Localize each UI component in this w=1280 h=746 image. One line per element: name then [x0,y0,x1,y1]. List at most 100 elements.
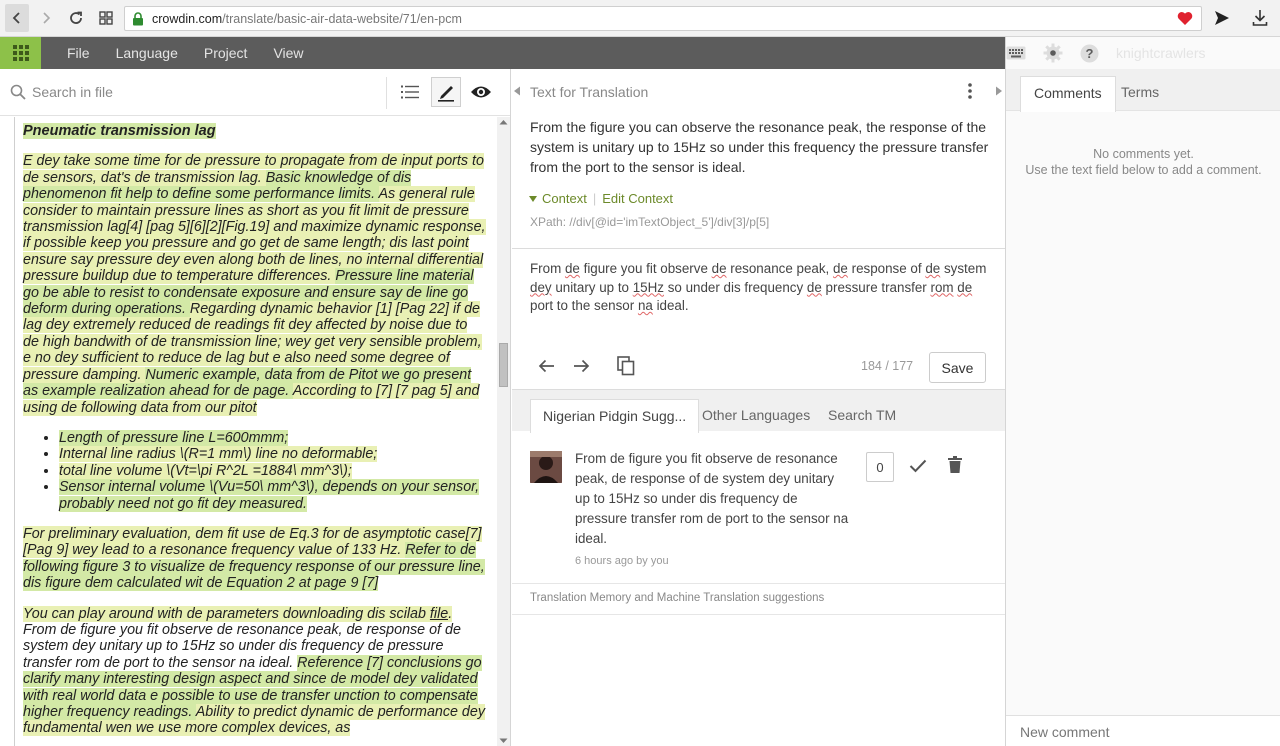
vote-count[interactable]: 0 [866,452,894,482]
tab-search-tm[interactable]: Search TM [828,407,896,423]
help-icon[interactable]: ? [1080,44,1099,63]
suggestion-item[interactable]: From de figure you fit observe de resona… [512,431,1005,584]
list-item: total line volume \(Vt=\pi R^2L =1884\ m… [59,462,487,479]
username-label[interactable]: knightcrawlers [1116,45,1205,61]
url-path: /translate/basic-air-data-website/71/en-… [222,11,462,26]
divider [512,248,1005,249]
spellcheck-word: rom [930,279,954,295]
list-item: Sensor internal volume \(Vu=50\ mm^3\), … [59,479,487,512]
back-button[interactable] [5,4,29,32]
previous-string-icon[interactable] [538,358,555,374]
section-heading: Pneumatic transmission lag [23,123,216,139]
divider [512,614,1005,615]
eye-icon [471,86,491,98]
translation-textarea[interactable]: From de figure you fit observe de resona… [530,260,992,316]
reload-icon [70,11,82,24]
trash-icon[interactable] [948,456,962,473]
preview-mode-button[interactable] [466,77,496,107]
spellcheck-word: dey [530,279,552,295]
avatar [530,451,562,483]
tab-language-suggestions[interactable]: Nigerian Pidgin Sugg... [530,399,700,433]
spellcheck-word: na [637,298,653,313]
translation-editor: Text for Translation From the figure you… [512,69,1005,746]
list-item: Length of pressure line L=600mmm; [59,429,487,446]
edit-mode-button[interactable] [431,77,461,107]
document-preview: Pneumatic transmission lag E dey take so… [14,117,495,746]
caret-down-icon [529,195,537,202]
menu-language[interactable]: Language [116,45,178,61]
scroll-down-icon[interactable] [499,738,508,744]
checkmark-icon[interactable] [909,459,927,473]
context-toggle[interactable]: Context [542,191,587,206]
list-item: Internal line radius \(R=1 mm\) line no … [59,446,487,463]
spellcheck-word: de [925,261,941,276]
collapse-left-icon[interactable] [513,86,521,96]
scrollbar-thumb[interactable] [499,343,508,387]
url-text: crowdin.com/translate/basic-air-data-web… [152,12,462,26]
address-bar[interactable]: crowdin.com/translate/basic-air-data-web… [124,6,1202,31]
file-search-bar [0,69,510,116]
file-preview-pane: Pneumatic transmission lag E dey take so… [0,69,511,746]
context-separator: | [592,191,597,206]
list-icon [401,85,419,99]
tabs-grid-button[interactable] [94,6,118,30]
app-menubar: File Language Project View ? knightcrawl… [0,37,1280,69]
apps-menu-button[interactable] [0,37,41,69]
context-row: Context | Edit Context [528,191,673,206]
spellcheck-word: de [806,279,822,295]
search-in-file-input[interactable] [32,81,372,103]
keyboard-icon[interactable] [1006,46,1026,60]
suggestions-panel: Nigerian Pidgin Sugg... Other Languages … [512,389,1005,746]
document-scrollbar[interactable] [497,117,510,746]
character-counter: 184 / 177 [861,359,914,373]
download-icon[interactable] [1252,9,1268,27]
next-string-icon[interactable] [573,358,590,374]
source-text: From the figure you can observe the reso… [530,119,989,175]
segment[interactable]: E dey take some time for de pressure to … [23,153,484,186]
menu-view[interactable]: View [273,45,303,61]
heart-icon[interactable] [1177,11,1193,26]
tab-comments[interactable]: Comments [1020,76,1116,112]
reload-button[interactable] [64,6,88,30]
send-icon[interactable] [1213,9,1231,27]
suggestion-tabs: Nigerian Pidgin Sugg... Other Languages … [512,389,1005,433]
menu-project[interactable]: Project [204,45,248,61]
more-vertical-icon[interactable] [967,82,973,100]
paragraph-3: You can play around with de parameters d… [23,605,487,737]
url-host: crowdin.com [152,11,223,26]
edit-context-link[interactable]: Edit Context [602,191,673,206]
new-comment-input[interactable] [1020,724,1270,740]
toolbar-divider [386,77,387,109]
forward-button[interactable] [34,6,58,30]
tab-other-languages[interactable]: Other Languages [702,407,810,423]
copy-source-icon[interactable] [617,356,635,376]
save-button[interactable]: Save [929,352,986,383]
tab-terms[interactable]: Terms [1121,84,1159,100]
arrow-right-icon [43,12,51,24]
suggestion-text: From de figure you fit observe de resona… [575,451,849,546]
grid-icon [99,11,113,25]
pencil-icon [438,86,454,102]
gear-icon[interactable] [1043,43,1063,63]
side-tabs: Comments Terms [1006,69,1280,112]
search-icon [10,84,26,100]
new-comment-box [1006,715,1280,746]
lock-icon [133,11,143,25]
segment[interactable]: . [448,605,453,622]
menu-file[interactable]: File [67,45,90,61]
comments-pane: Comments Terms No comments yet. Use the … [1005,69,1280,746]
tm-mt-label: Translation Memory and Machine Translati… [530,592,825,604]
svg-text:?: ? [1086,46,1094,61]
no-comments-message: No comments yet. Use the text field belo… [1025,147,1262,177]
segment[interactable]: You can play around with de parameters d… [23,605,430,622]
collapse-right-icon[interactable] [995,86,1003,96]
list-view-button[interactable] [395,77,425,107]
scroll-up-icon[interactable] [499,119,508,125]
spellcheck-word: de [711,261,727,276]
spellcheck-word: de [832,261,848,276]
parameter-list: Length of pressure line L=600mmm; Intern… [59,429,487,512]
apps-grid-icon [12,45,29,61]
suggestion-meta: 6 hours ago by you [575,555,669,567]
spellcheck-word: de [564,261,580,276]
file-link[interactable]: file [429,605,449,622]
